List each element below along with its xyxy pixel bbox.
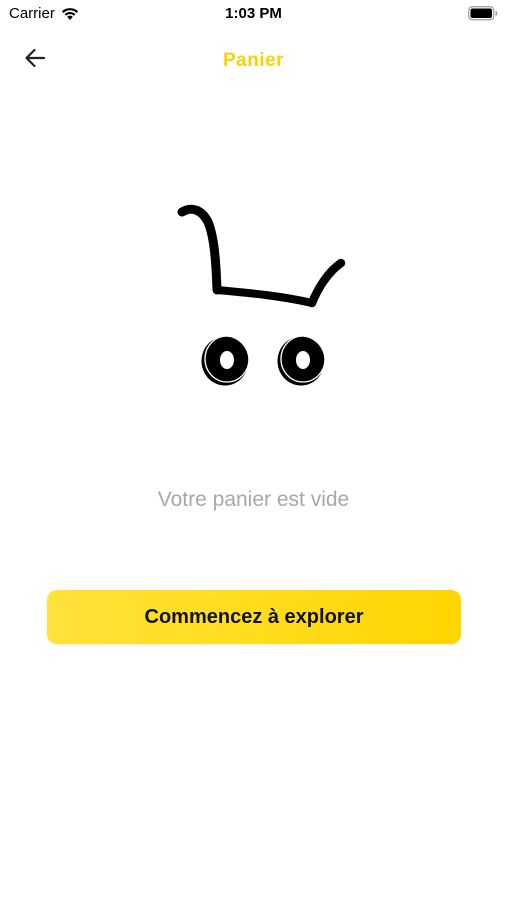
clock: 1:03 PM (225, 5, 282, 22)
navigation-bar: Panier (0, 36, 507, 84)
page-title: Panier (222, 50, 285, 71)
status-bar: Carrier 1:03 PM (0, 0, 507, 28)
shopping-cart-icon (170, 200, 350, 395)
empty-cart-message: Votre panier est vide (157, 488, 350, 511)
start-exploring-label: Commencez à explorer (144, 605, 364, 628)
start-exploring-button[interactable]: Commencez à explorer (47, 590, 461, 644)
battery-icon (468, 6, 498, 21)
